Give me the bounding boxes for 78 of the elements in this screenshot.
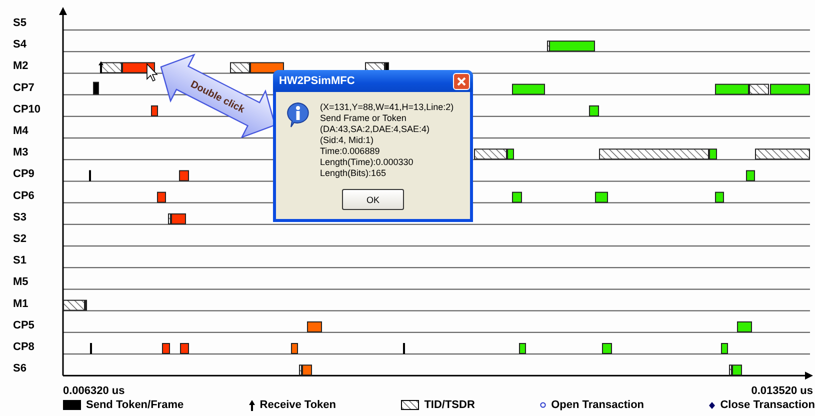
token-tick xyxy=(403,343,405,354)
mouse-cursor-icon xyxy=(146,63,158,82)
ok-button[interactable]: OK xyxy=(342,189,404,210)
close-button[interactable] xyxy=(453,72,470,90)
legend-label: Close Transaction xyxy=(720,399,815,411)
hatched-block[interactable] xyxy=(168,213,171,224)
message-text: Length(Bits):165 xyxy=(320,168,388,179)
frame-block[interactable] xyxy=(595,192,608,203)
row-label: M1 xyxy=(13,298,28,310)
up-arrow-icon xyxy=(248,400,255,410)
legend-label: Open Transaction xyxy=(551,399,644,411)
row-label: M2 xyxy=(13,60,28,72)
row-label: S5 xyxy=(13,17,26,29)
solid-block-icon xyxy=(63,400,81,410)
frame-block[interactable] xyxy=(770,84,810,95)
hatched-block[interactable] xyxy=(230,62,250,74)
hatched-block[interactable] xyxy=(599,148,709,160)
row-label: S6 xyxy=(13,362,26,375)
frame-block[interactable] xyxy=(737,321,752,332)
message-text: (Sid:4, Mid:1) xyxy=(320,135,375,146)
frame-block[interactable] xyxy=(171,213,186,224)
row-label: S3 xyxy=(13,211,26,224)
frame-block[interactable] xyxy=(715,84,749,95)
row-label: CP5 xyxy=(13,319,34,332)
frame-block[interactable] xyxy=(589,105,599,116)
legend-label: TID/TSDR xyxy=(424,399,475,411)
frame-block[interactable] xyxy=(746,170,755,182)
diamond-icon xyxy=(709,402,716,408)
row-label: CP8 xyxy=(13,341,34,353)
hatched-block-icon xyxy=(401,400,420,410)
frame-block[interactable] xyxy=(721,343,728,354)
dialog-title: HW2PSimMFC xyxy=(279,75,355,87)
receive-token-arrow xyxy=(98,61,104,74)
close-icon xyxy=(457,76,466,86)
hatched-block[interactable] xyxy=(101,62,122,74)
frame-block[interactable] xyxy=(715,192,724,203)
frame-block[interactable] xyxy=(512,192,522,203)
frame-block[interactable] xyxy=(151,105,158,116)
frame-block[interactable] xyxy=(549,40,595,52)
axis-start-label: 0.006320 us xyxy=(63,385,125,397)
circle-icon xyxy=(540,402,546,408)
message-text: Length(Time):0.000330 xyxy=(320,157,414,168)
message-text: (X=131,Y=88,W=41,H=13,Line:2) xyxy=(320,102,454,113)
frame-block[interactable] xyxy=(602,343,612,354)
hatched-block[interactable] xyxy=(299,364,302,376)
row-label: M5 xyxy=(13,276,28,288)
message-text: Send Frame or Token xyxy=(320,113,408,124)
row-label: CP6 xyxy=(13,190,34,202)
frame-block[interactable] xyxy=(157,192,166,203)
hatched-block[interactable] xyxy=(755,148,810,160)
frame-block[interactable] xyxy=(519,343,526,354)
hatched-block[interactable] xyxy=(474,148,507,160)
row-label: S4 xyxy=(13,38,26,51)
row-label: CP7 xyxy=(13,82,34,94)
hatched-block[interactable] xyxy=(749,84,769,95)
row-label: M4 xyxy=(13,125,28,137)
token-tick xyxy=(89,170,91,182)
row-label: M3 xyxy=(13,146,28,159)
hatched-block[interactable] xyxy=(63,300,85,311)
token-block[interactable] xyxy=(93,82,99,95)
info-icon xyxy=(286,102,310,128)
frame-block[interactable] xyxy=(507,148,514,160)
frame-block[interactable] xyxy=(307,321,322,332)
legend-label: Send Token/Frame xyxy=(86,399,184,411)
legend-label: Receive Token xyxy=(260,399,336,411)
row-label: S1 xyxy=(13,254,26,267)
row-label: CP9 xyxy=(13,168,34,180)
row-label: CP10 xyxy=(13,103,41,116)
token-tick xyxy=(90,343,92,354)
hatched-block[interactable] xyxy=(729,364,732,376)
frame-block[interactable] xyxy=(709,148,717,160)
message-text: (DA:43,SA:2,DAE:4,SAE:4) xyxy=(320,124,431,135)
frame-block[interactable] xyxy=(302,364,312,376)
frame-block[interactable] xyxy=(732,364,742,376)
axis-end-label: 0.013520 us xyxy=(751,385,813,397)
row-label: S2 xyxy=(13,233,26,245)
frame-block[interactable] xyxy=(512,84,545,95)
message-text: Time:0.006889 xyxy=(320,146,381,157)
